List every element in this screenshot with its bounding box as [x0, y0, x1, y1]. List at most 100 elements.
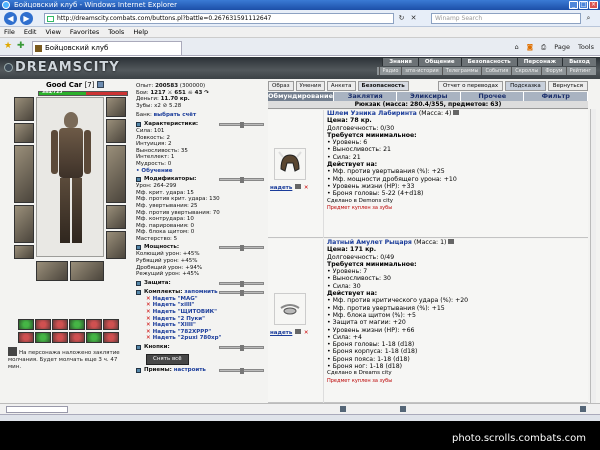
- feeds-icon[interactable]: ◙: [527, 41, 533, 53]
- amulet-icon[interactable]: [274, 293, 306, 325]
- minimize-button[interactable]: _: [569, 1, 578, 9]
- item-name[interactable]: Шлем Узника Лабиринта: [327, 110, 417, 117]
- wear-kit-link[interactable]: Надеть "ЩИТОВИК": [153, 309, 217, 315]
- menu-view[interactable]: View: [45, 27, 60, 37]
- game-menu-telegrams[interactable]: Телеграммы: [441, 67, 482, 75]
- info-icon[interactable]: [295, 329, 302, 334]
- wear-kit-link[interactable]: Надеть "xilll": [153, 302, 195, 308]
- drop-item-icon[interactable]: ✕: [304, 330, 309, 336]
- slot-shield[interactable]: [106, 145, 126, 203]
- wear-kit-link[interactable]: Надеть "XIIII": [153, 322, 196, 328]
- scroll-slot[interactable]: [103, 332, 119, 343]
- tab-other[interactable]: Прочее: [460, 92, 525, 101]
- scroll-slot[interactable]: [86, 319, 102, 330]
- game-menu-sms[interactable]: sms-история: [401, 67, 441, 75]
- delete-kit-icon[interactable]: ✕: [146, 316, 151, 322]
- address-bar[interactable]: http://dreamscity.combats.com/buttons.pl…: [44, 13, 394, 24]
- game-menu-security[interactable]: Безопасность: [460, 58, 517, 66]
- wear-item-link[interactable]: надеть: [270, 185, 292, 191]
- back-icon[interactable]: ◀: [4, 12, 17, 25]
- close-button[interactable]: ×: [589, 1, 598, 9]
- add-favorite-icon[interactable]: ✚: [17, 41, 25, 51]
- item-name[interactable]: Латный Амулет Рыцаря: [327, 239, 412, 246]
- info-icon[interactable]: [453, 110, 460, 115]
- game-menu-character[interactable]: Персонаж: [516, 58, 563, 66]
- tab-elixirs[interactable]: Эликсиры: [397, 92, 461, 101]
- section-power[interactable]: Мощность:: [136, 244, 264, 252]
- delete-kit-icon[interactable]: ✕: [146, 309, 151, 315]
- section-tricks[interactable]: Приемы: настроить: [136, 367, 264, 374]
- game-menu-events[interactable]: События: [481, 67, 511, 75]
- drop-item-icon[interactable]: ✕: [304, 185, 309, 191]
- tricks-config-link[interactable]: настроить: [174, 367, 206, 373]
- delete-kit-icon[interactable]: ✕: [146, 302, 151, 308]
- character-info-icon[interactable]: [96, 81, 104, 88]
- slot-belt[interactable]: [14, 245, 34, 259]
- scroll-slot[interactable]: [52, 332, 68, 343]
- favorites-star-icon[interactable]: ★: [4, 41, 12, 51]
- image-button[interactable]: Образ: [268, 81, 294, 91]
- wear-kit-link[interactable]: Надеть "2puxi 780xp": [153, 335, 222, 341]
- section-characteristics[interactable]: Характеристики:: [136, 121, 264, 128]
- wear-kit-link[interactable]: Надеть "MAG": [153, 296, 198, 302]
- training-link[interactable]: • Обучение: [136, 168, 264, 175]
- tab-spells[interactable]: Заклятия: [333, 92, 398, 101]
- page-menu[interactable]: Page: [554, 41, 570, 53]
- slot-leggings[interactable]: [70, 261, 104, 281]
- tab-equipment[interactable]: Обмундирование: [268, 92, 334, 101]
- scroll-slot[interactable]: [52, 319, 68, 330]
- print-icon[interactable]: ⎙: [541, 41, 546, 53]
- menu-file[interactable]: File: [4, 27, 15, 37]
- skills-button[interactable]: Умения: [295, 81, 325, 91]
- menu-help[interactable]: Help: [133, 27, 148, 37]
- inventory-scrollbar[interactable]: [590, 109, 596, 403]
- menu-edit[interactable]: Edit: [24, 27, 37, 37]
- info-icon[interactable]: [448, 239, 455, 244]
- search-icon[interactable]: ⌕: [584, 14, 593, 23]
- tools-menu[interactable]: Tools: [578, 41, 594, 53]
- game-menu-rating[interactable]: Рейтинг: [565, 67, 594, 75]
- bank-link[interactable]: выбрать счёт: [154, 112, 196, 118]
- section-buttons[interactable]: Кнопки:: [136, 344, 264, 351]
- menu-tools[interactable]: Tools: [108, 27, 124, 37]
- return-button[interactable]: Вернуться: [547, 81, 588, 91]
- scroll-slot[interactable]: [103, 319, 119, 330]
- delete-kit-icon[interactable]: ✕: [146, 329, 151, 335]
- scroll-slot[interactable]: [35, 319, 51, 330]
- wear-item-link[interactable]: надеть: [270, 330, 292, 336]
- game-menu-chat[interactable]: Общение: [417, 58, 461, 66]
- slot-boots[interactable]: [106, 231, 126, 259]
- game-menu-knowledge[interactable]: Знания: [382, 58, 418, 66]
- forward-icon[interactable]: ▶: [20, 12, 33, 25]
- refresh-icon[interactable]: ↻: [397, 14, 406, 23]
- slot-gloves[interactable]: [106, 205, 126, 229]
- zoom-icon[interactable]: [580, 406, 586, 412]
- info-icon[interactable]: [295, 184, 302, 189]
- maximize-button[interactable]: □: [579, 1, 588, 9]
- scroll-slot[interactable]: [69, 319, 85, 330]
- tab-filter[interactable]: Фильтр: [524, 92, 588, 101]
- wear-kit-link[interactable]: Надеть "782XPPP": [153, 329, 212, 335]
- slot-bracers[interactable]: [106, 119, 126, 143]
- scroll-slot[interactable]: [86, 332, 102, 343]
- slot-weapon[interactable]: [14, 145, 34, 203]
- game-menu-radio[interactable]: Радио: [378, 67, 402, 75]
- game-menu-scrolls[interactable]: Скроллы: [511, 67, 541, 75]
- slot-earrings[interactable]: [14, 97, 34, 121]
- browser-tab[interactable]: Бойцовский клуб: [32, 41, 182, 55]
- slot-armor[interactable]: [14, 205, 34, 243]
- scroll-slot[interactable]: [18, 332, 34, 343]
- scroll-slot[interactable]: [18, 319, 34, 330]
- transfers-report-button[interactable]: Отчет о переводах: [437, 81, 504, 91]
- kits-remember-link[interactable]: запомнить: [184, 289, 217, 295]
- search-input[interactable]: Winamp Search: [431, 13, 581, 24]
- home-icon[interactable]: ⌂: [515, 41, 519, 53]
- wear-kit-link[interactable]: Надеть "2 Пуки": [153, 316, 205, 322]
- slot-ring-1[interactable]: [36, 261, 68, 281]
- stop-icon[interactable]: ✕: [409, 14, 418, 23]
- delete-kit-icon[interactable]: ✕: [146, 296, 151, 302]
- game-menu-forum[interactable]: Форум: [541, 67, 565, 75]
- security-button[interactable]: Безопасность: [357, 81, 409, 91]
- section-modifiers[interactable]: Модификаторы:: [136, 176, 264, 184]
- game-menu-exit[interactable]: Выход: [562, 58, 596, 66]
